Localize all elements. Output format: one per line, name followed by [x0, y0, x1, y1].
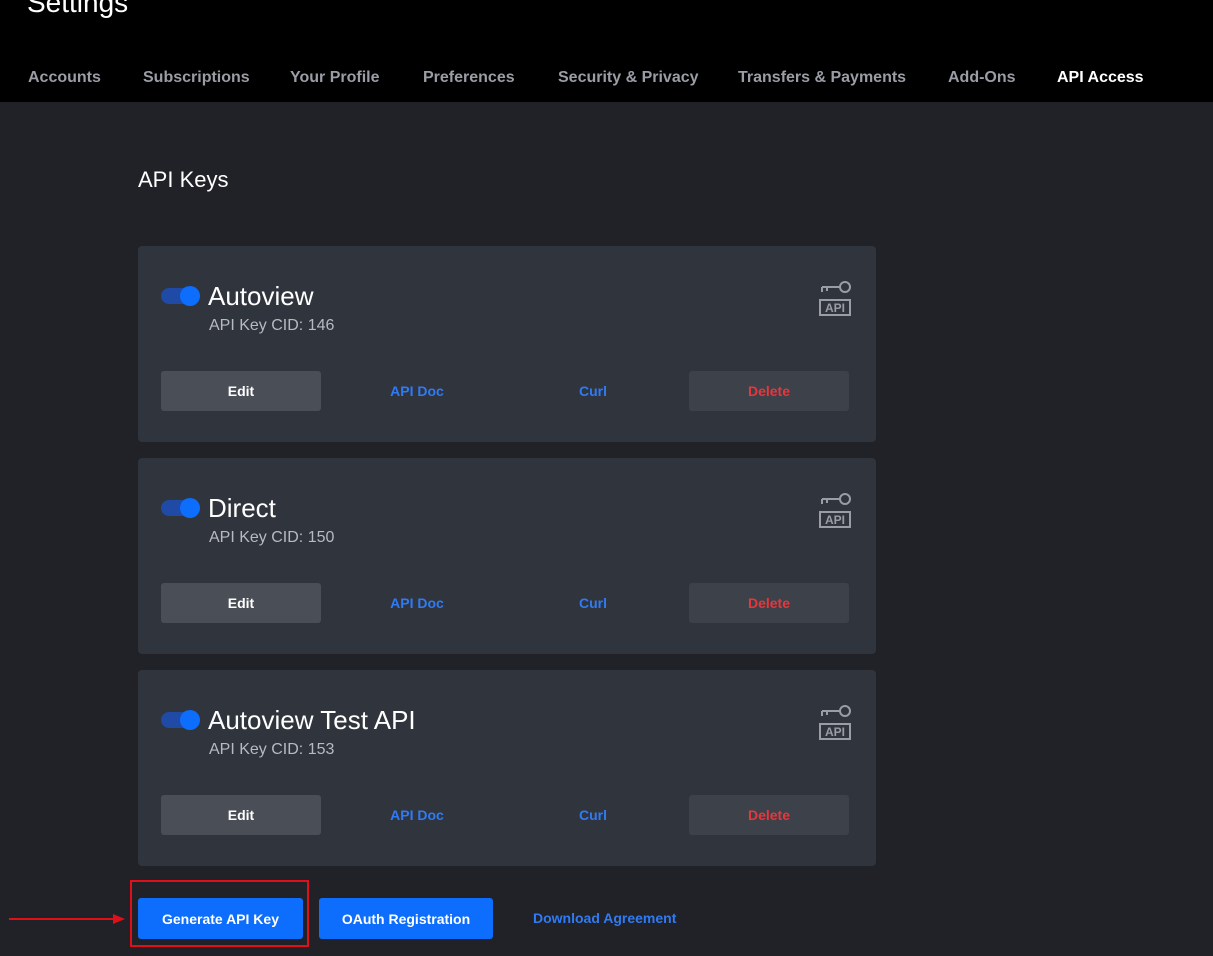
annotation-arrow-icon	[9, 914, 125, 924]
api-key-cid: API Key CID: 146	[209, 317, 335, 334]
enable-toggle[interactable]	[161, 498, 200, 518]
api-key-name: Direct	[208, 493, 276, 523]
api-icon-label: API	[825, 513, 845, 527]
api-key-card: Direct API Key CID: 150 API Edit API Doc…	[138, 458, 876, 654]
download-agreement-link[interactable]: Download Agreement	[533, 908, 676, 928]
key-api-icon: API	[819, 493, 851, 528]
api-key-name: Autoview Test API	[208, 705, 416, 735]
edit-button[interactable]: Edit	[161, 371, 321, 411]
key-api-icon: API	[819, 281, 851, 316]
api-key-cid: API Key CID: 150	[209, 529, 335, 546]
tab-preferences[interactable]: Preferences	[423, 66, 515, 90]
section-title: API Keys	[138, 167, 229, 192]
edit-button[interactable]: Edit	[161, 583, 321, 623]
tab-subscriptions[interactable]: Subscriptions	[143, 66, 250, 90]
page-title: Settings	[27, 0, 129, 18]
tab-api-access[interactable]: API Access	[1057, 66, 1144, 90]
curl-link[interactable]: Curl	[513, 371, 673, 411]
tab-transfers-payments[interactable]: Transfers & Payments	[738, 66, 906, 90]
toggle-knob	[180, 498, 200, 518]
tab-add-ons[interactable]: Add-Ons	[948, 66, 1016, 90]
edit-button[interactable]: Edit	[161, 795, 321, 835]
delete-button[interactable]: Delete	[689, 583, 849, 623]
tab-security-privacy[interactable]: Security & Privacy	[558, 66, 699, 90]
key-api-icon: API	[819, 705, 851, 740]
curl-link[interactable]: Curl	[513, 583, 673, 623]
tab-your-profile[interactable]: Your Profile	[290, 66, 380, 90]
oauth-registration-button[interactable]: OAuth Registration	[319, 898, 493, 939]
api-doc-link[interactable]: API Doc	[337, 583, 497, 623]
api-key-card: Autoview API Key CID: 146 API Edit API D…	[138, 246, 876, 442]
api-key-card: Autoview Test API API Key CID: 153 API E…	[138, 670, 876, 866]
delete-button[interactable]: Delete	[689, 371, 849, 411]
api-doc-link[interactable]: API Doc	[337, 371, 497, 411]
enable-toggle[interactable]	[161, 286, 200, 306]
curl-link[interactable]: Curl	[513, 795, 673, 835]
api-icon-label: API	[825, 301, 845, 315]
top-bar: Settings Accounts Subscriptions Your Pro…	[0, 0, 1213, 102]
api-key-cid: API Key CID: 153	[209, 741, 335, 758]
toggle-knob	[180, 286, 200, 306]
tab-accounts[interactable]: Accounts	[28, 66, 101, 90]
settings-tabs: Accounts Subscriptions Your Profile Pref…	[0, 66, 1213, 90]
annotation-highlight-box	[130, 880, 309, 947]
delete-button[interactable]: Delete	[689, 795, 849, 835]
api-doc-link[interactable]: API Doc	[337, 795, 497, 835]
toggle-knob	[180, 710, 200, 730]
api-icon-label: API	[825, 725, 845, 739]
enable-toggle[interactable]	[161, 710, 200, 730]
api-key-name: Autoview	[208, 281, 314, 311]
